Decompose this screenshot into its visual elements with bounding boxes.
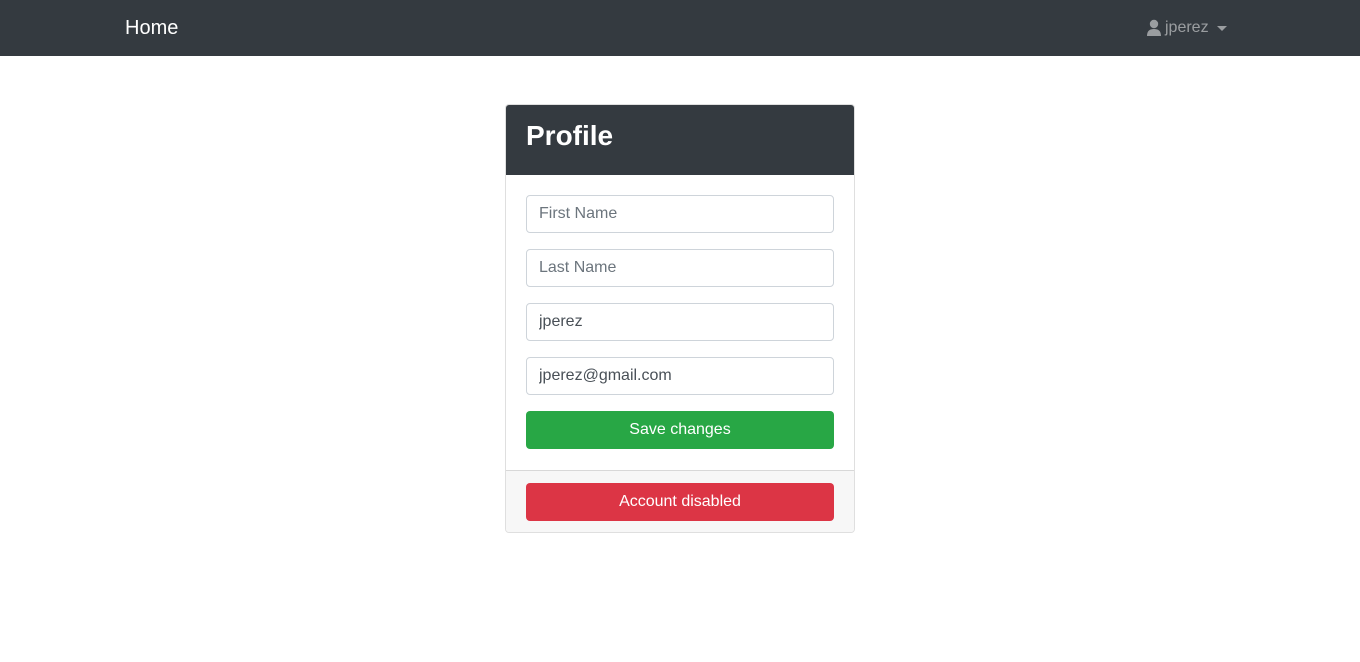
email-input[interactable] xyxy=(526,357,834,395)
top-navbar: Home jperez xyxy=(0,0,1360,56)
profile-card: Profile Save changes Account disabled xyxy=(505,104,855,533)
first-name-input[interactable] xyxy=(526,195,834,233)
page-title: Profile xyxy=(526,120,614,151)
home-link[interactable]: Home xyxy=(125,16,178,40)
profile-card-footer: Account disabled xyxy=(506,470,854,532)
username-label: jperez xyxy=(1165,19,1209,36)
username-input[interactable] xyxy=(526,303,834,341)
user-icon xyxy=(1147,19,1161,37)
profile-form: Save changes xyxy=(506,175,854,470)
caret-down-icon xyxy=(1216,25,1227,31)
profile-card-header: Profile xyxy=(506,105,854,175)
user-dropdown-toggle[interactable]: jperez xyxy=(1147,18,1227,38)
account-disabled-button[interactable]: Account disabled xyxy=(526,483,834,521)
save-changes-button[interactable]: Save changes xyxy=(526,411,834,449)
last-name-input[interactable] xyxy=(526,249,834,287)
